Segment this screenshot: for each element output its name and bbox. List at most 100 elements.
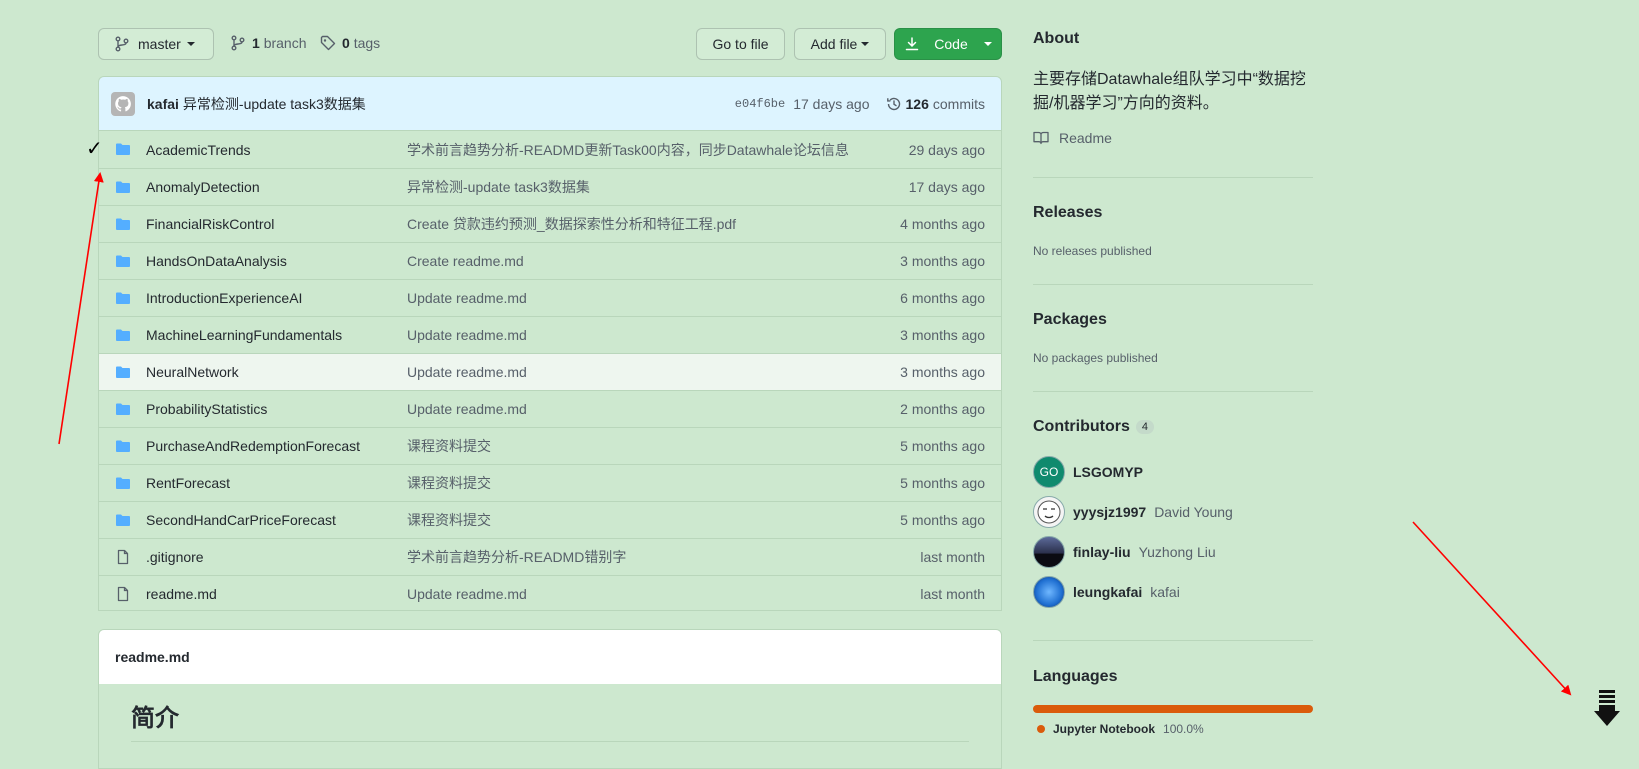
commits-link[interactable]: 126 commits <box>886 96 985 112</box>
commit-message[interactable]: 异常检测-update task3数据集 <box>183 94 366 114</box>
releases-title[interactable]: Releases <box>1033 204 1313 222</box>
branches-link[interactable]: 1 branch <box>230 35 307 51</box>
contributor-item[interactable]: leungkafai kafai <box>1033 576 1180 608</box>
releases-empty: No releases published <box>1033 244 1152 258</box>
file-name[interactable]: AnomalyDetection <box>146 179 260 195</box>
file-commit-message[interactable]: 课程资料提交 <box>407 473 491 493</box>
file-commit-message[interactable]: Update readme.md <box>407 290 527 306</box>
branch-count: 1 <box>252 35 260 51</box>
file-age: 3 months ago <box>900 253 985 269</box>
file-commit-message[interactable]: Create readme.md <box>407 253 524 269</box>
file-name[interactable]: NeuralNetwork <box>146 364 239 380</box>
contributor-item[interactable]: GO LSGOMYP <box>1033 456 1151 488</box>
commit-count-label: commits <box>932 95 985 112</box>
contributors-section: Contributors 4 <box>1033 418 1313 436</box>
avatar[interactable] <box>111 91 135 116</box>
contributor-login: finlay-liu <box>1073 544 1131 560</box>
file-commit-message[interactable]: Update readme.md <box>407 327 527 343</box>
divider <box>1033 640 1313 641</box>
file-row[interactable]: AcademicTrends 学术前言趋势分析-READMD更新Task00内容，… <box>99 131 1001 168</box>
file-commit-message[interactable]: 学术前言趋势分析-READMD更新Task00内容，同步Datawhale论坛信… <box>407 140 849 160</box>
file-commit-message[interactable]: Update readme.md <box>407 364 527 380</box>
file-age: 29 days ago <box>908 141 985 158</box>
file-age: 3 months ago <box>900 364 985 380</box>
file-row[interactable]: PurchaseAndRedemptionForecast 课程资料提交 5 mon… <box>99 427 1001 464</box>
commit-sha[interactable]: e04f6be <box>735 97 785 111</box>
language-color-dot <box>1037 725 1045 733</box>
folder-icon <box>115 290 131 306</box>
file-commit-message[interactable]: 学术前言趋势分析-READMD错别字 <box>407 547 626 567</box>
contributor-name: Yuzhong Liu <box>1138 544 1216 560</box>
file-row[interactable]: IntroductionExperienceAI Update readme.md… <box>99 279 1001 316</box>
red-arrow-down <box>1412 521 1572 696</box>
packages-title[interactable]: Packages <box>1033 311 1313 329</box>
file-name[interactable]: IntroductionExperienceAI <box>146 290 302 306</box>
file-name[interactable]: AcademicTrends <box>146 142 251 158</box>
file-row[interactable]: RentForecast 课程资料提交 5 months ago <box>99 464 1001 501</box>
avatar: GO <box>1033 456 1065 488</box>
file-age: last month <box>920 549 985 565</box>
add-file-label: Add file <box>810 36 858 52</box>
folder-icon <box>115 216 131 232</box>
contributor-name: David Young <box>1154 504 1233 520</box>
file-row[interactable]: NeuralNetwork Update readme.md 3 months ag… <box>99 353 1001 390</box>
commit-author[interactable]: kafai <box>147 96 179 112</box>
file-name[interactable]: ProbabilityStatistics <box>146 401 267 417</box>
branch-label: branch <box>263 35 307 51</box>
file-name[interactable]: MachineLearningFundamentals <box>146 327 342 343</box>
file-row[interactable]: readme.md Update readme.md last month <box>99 575 1001 610</box>
file-row[interactable]: .gitignore 学术前言趋势分析-READMD错别字 last month <box>99 538 1001 575</box>
contributor-item[interactable]: finlay-liu Yuzhong Liu <box>1033 536 1216 568</box>
folder-icon <box>115 364 131 380</box>
git-branch-icon <box>230 35 246 51</box>
file-name[interactable]: .gitignore <box>146 549 204 565</box>
folder-icon <box>115 512 131 528</box>
file-commit-message[interactable]: Update readme.md <box>407 401 527 417</box>
file-name[interactable]: PurchaseAndRedemptionForecast <box>146 438 360 454</box>
folder-icon <box>115 475 131 491</box>
file-age: 5 months ago <box>900 512 985 528</box>
file-commit-message[interactable]: 课程资料提交 <box>407 510 491 530</box>
go-to-file-button[interactable]: Go to file <box>696 28 785 60</box>
latest-commit-bar: kafai 异常检测-update task3数据集 e04f6be 17 da… <box>99 77 1001 131</box>
contributors-title[interactable]: Contributors <box>1033 418 1130 435</box>
file-row[interactable]: SecondHandCarPriceForecast 课程资料提交 5 months… <box>99 501 1001 538</box>
readme-panel: readme.md 简介 <box>98 629 1002 769</box>
contributor-login: yyysjz1997 <box>1073 504 1147 520</box>
about-title: About <box>1033 30 1080 47</box>
file-commit-message[interactable]: 异常检测-update task3数据集 <box>407 177 590 197</box>
file-commit-message[interactable]: Create 贷款违约预测_数据探索性分析和特征工程.pdf <box>407 214 736 234</box>
file-name[interactable]: SecondHandCarPriceForecast <box>146 512 336 528</box>
languages-title: Languages <box>1033 668 1118 685</box>
file-name[interactable]: HandsOnDataAnalysis <box>146 253 287 269</box>
file-row[interactable]: ProbabilityStatistics Update readme.md 2 m… <box>99 390 1001 427</box>
language-name: Jupyter Notebook <box>1053 722 1156 736</box>
readme-heading: 简介 <box>131 698 969 742</box>
language-item[interactable]: Jupyter Notebook 100.0% <box>1037 722 1204 736</box>
file-row[interactable]: HandsOnDataAnalysis Create readme.md 3 mon… <box>99 242 1001 279</box>
file-row[interactable]: AnomalyDetection 异常检测-update task3数据集 17 d… <box>99 168 1001 205</box>
add-file-button[interactable]: Add file <box>794 28 886 60</box>
file-age: 2 months ago <box>900 401 985 417</box>
readme-link[interactable]: Readme <box>1033 130 1313 146</box>
file-name[interactable]: FinancialRiskControl <box>146 216 274 232</box>
chevron-down-icon <box>186 42 195 46</box>
file-commit-message[interactable]: 课程资料提交 <box>407 436 491 456</box>
code-button[interactable]: Code <box>894 28 1002 60</box>
file-row[interactable]: MachineLearningFundamentals Update readme… <box>99 316 1001 353</box>
red-arrow-up <box>58 172 104 445</box>
file-age: 3 months ago <box>900 327 985 343</box>
file-age: 17 days ago <box>908 179 985 195</box>
file-commit-message[interactable]: Update readme.md <box>407 586 527 602</box>
file-browser: kafai 异常检测-update task3数据集 e04f6be 17 da… <box>98 76 1002 611</box>
contributor-item[interactable]: yyysjz1997 David Young <box>1033 496 1233 528</box>
tags-link[interactable]: 0 tags <box>320 35 380 51</box>
file-name[interactable]: readme.md <box>146 586 217 602</box>
about-section: About 主要存储Datawhale组队学习中“数据挖掘/机器学习”方向的资料… <box>1033 30 1313 146</box>
branch-select-button[interactable]: master <box>98 28 214 60</box>
readme-filename[interactable]: readme.md <box>99 630 1001 684</box>
file-row[interactable]: FinancialRiskControl Create 贷款违约预测_数据探索性分… <box>99 205 1001 242</box>
scroll-down-icon[interactable] <box>1594 690 1620 735</box>
file-name[interactable]: RentForecast <box>146 475 230 491</box>
branch-name: master <box>138 36 181 52</box>
